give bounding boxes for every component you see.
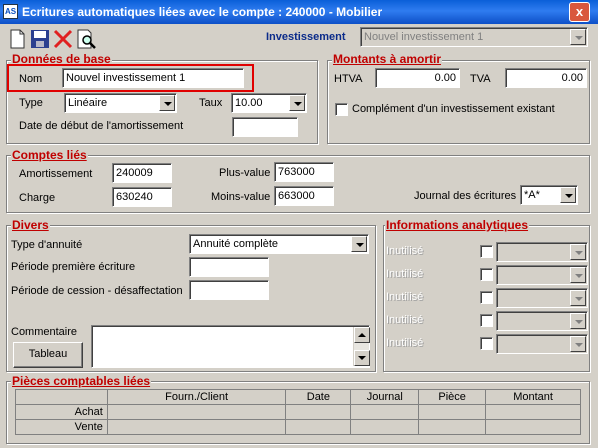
column-header: Fourn./Client	[106, 389, 287, 405]
investissement-select[interactable]: Nouvel investissement 1	[360, 27, 588, 47]
search-preview-icon[interactable]	[75, 28, 97, 50]
analytique-checkbox-2[interactable]	[480, 268, 493, 281]
delete-icon[interactable]	[52, 28, 74, 50]
commentaire-scrollbar[interactable]	[353, 327, 370, 366]
date-debut-label: Date de début de l'amortissement	[19, 120, 184, 132]
analytique-select-1[interactable]	[496, 242, 588, 262]
tva-label: TVA	[470, 73, 491, 85]
pieces-comptables-table: Fourn./Client Date Journal Pièce Montant…	[15, 389, 581, 435]
analytique-checkbox-5[interactable]	[480, 337, 493, 350]
analytique-select-5[interactable]	[496, 334, 588, 354]
column-header: Date	[285, 389, 352, 405]
analytique-label-3: Inutilisé	[386, 291, 424, 303]
table-cell[interactable]	[485, 419, 581, 435]
complement-checkbox[interactable]	[335, 103, 348, 116]
chevron-down-icon	[351, 236, 367, 252]
window-title-bar: AS Ecritures automatiques liées avec le …	[0, 0, 598, 24]
column-header: Journal	[350, 389, 420, 405]
type-annuite-label: Type d'annuité	[11, 239, 83, 251]
periode-cession-field[interactable]	[189, 280, 269, 300]
table-cell[interactable]	[418, 404, 487, 420]
taux-label: Taux	[199, 97, 223, 109]
journal-select[interactable]: *A*	[520, 185, 578, 205]
chevron-down-icon	[570, 244, 586, 260]
commentaire-label: Commentaire	[11, 326, 78, 338]
row-label: Achat	[15, 404, 108, 420]
investissement-label: Investissement	[266, 31, 346, 43]
tva-field[interactable]: 0.00	[505, 68, 587, 88]
analytique-select-2[interactable]	[496, 265, 588, 285]
close-button[interactable]: x	[569, 2, 590, 22]
divers-legend: Divers	[11, 218, 50, 232]
tableau-button[interactable]: Tableau	[13, 342, 83, 368]
htva-label: HTVA	[334, 73, 363, 85]
row-label: Vente	[15, 419, 108, 435]
charge-field[interactable]: 630240	[112, 187, 172, 207]
table-cell[interactable]	[106, 404, 287, 420]
moins-value-field[interactable]: 663000	[274, 186, 334, 206]
table-cell[interactable]	[285, 404, 352, 420]
periode-premiere-label: Période première écriture	[11, 261, 136, 273]
chevron-down-icon	[570, 290, 586, 306]
column-header: Montant	[485, 389, 581, 405]
chevron-down-icon	[570, 29, 586, 45]
taux-select[interactable]: 10.00	[231, 93, 307, 113]
pieces-comptables-legend: Pièces comptables liées	[11, 374, 152, 388]
table-cell[interactable]	[285, 419, 352, 435]
scroll-down-icon[interactable]	[354, 350, 370, 366]
htva-field[interactable]: 0.00	[375, 68, 460, 88]
type-label: Type	[19, 97, 43, 109]
amortissement-label: Amortissement	[19, 168, 93, 180]
date-debut-field[interactable]	[232, 117, 298, 137]
comptes-lies-legend: Comptes liés	[11, 148, 88, 162]
table-cell[interactable]	[350, 419, 420, 435]
analytique-checkbox-4[interactable]	[480, 314, 493, 327]
new-document-icon[interactable]	[6, 28, 28, 50]
periode-premiere-field[interactable]	[189, 257, 269, 277]
save-icon[interactable]	[29, 28, 51, 50]
chevron-down-icon	[560, 187, 576, 203]
app-icon: AS	[3, 4, 18, 19]
journal-label: Journal des écritures	[414, 190, 517, 202]
amortissement-field[interactable]: 240009	[112, 163, 172, 183]
table-cell[interactable]	[418, 419, 487, 435]
nom-field[interactable]: Nouvel investissement 1	[62, 68, 244, 88]
charge-label: Charge	[19, 192, 56, 204]
complement-label: Complément d'un investissement existant	[352, 103, 555, 115]
informations-analytiques-legend: Informations analytiques	[385, 218, 530, 232]
commentaire-field[interactable]	[91, 325, 370, 368]
chevron-down-icon	[570, 336, 586, 352]
scroll-up-icon[interactable]	[354, 327, 370, 343]
nom-label: Nom	[19, 73, 43, 85]
table-cell[interactable]	[106, 419, 287, 435]
montants-legend: Montants à amortir	[332, 52, 443, 66]
analytique-label-5: Inutilisé	[386, 337, 424, 349]
column-header: Pièce	[418, 389, 487, 405]
table-cell[interactable]	[350, 404, 420, 420]
periode-cession-label: Période de cession - désaffectation	[11, 285, 183, 297]
analytique-checkbox-3[interactable]	[480, 291, 493, 304]
column-header	[15, 389, 108, 405]
table-row[interactable]: Achat	[15, 404, 581, 420]
chevron-down-icon	[570, 313, 586, 329]
type-select[interactable]: Linéaire	[64, 93, 177, 113]
analytique-checkbox-1[interactable]	[480, 245, 493, 258]
analytique-select-4[interactable]	[496, 311, 588, 331]
type-annuite-select[interactable]: Annuité complète	[189, 234, 369, 254]
chevron-down-icon	[570, 267, 586, 283]
moins-value-label: Moins-value	[211, 191, 271, 203]
table-header-row: Fourn./Client Date Journal Pièce Montant	[15, 389, 581, 405]
table-row[interactable]: Vente	[15, 419, 581, 435]
plus-value-field[interactable]: 763000	[274, 162, 334, 182]
analytique-label-2: Inutilisé	[386, 268, 424, 280]
chevron-down-icon	[159, 95, 175, 111]
analytique-label-4: Inutilisé	[386, 314, 424, 326]
plus-value-label: Plus-value	[219, 167, 271, 179]
analytique-select-3[interactable]	[496, 288, 588, 308]
window-title: Ecritures automatiques liées avec le com…	[22, 5, 383, 19]
analytique-label-1: Inutilisé	[386, 245, 424, 257]
table-cell[interactable]	[485, 404, 581, 420]
chevron-down-icon	[289, 95, 305, 111]
